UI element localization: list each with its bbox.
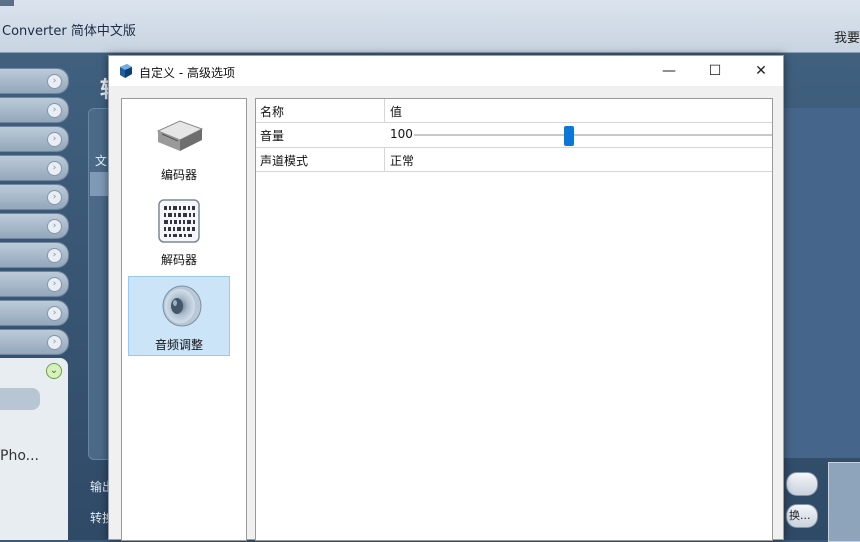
dialog-title: 自定义 - 高级选项 <box>139 66 235 80</box>
chevron-right-icon: › <box>47 190 62 205</box>
sidebar-item[interactable]: › <box>0 271 69 297</box>
background-thumbnail <box>828 462 860 542</box>
chevron-right-icon: › <box>47 161 62 176</box>
background-panel-text: Pho... <box>0 448 39 464</box>
background-app-title: Converter 简体中文版 <box>2 24 136 39</box>
sidebar-item[interactable]: › <box>0 300 69 326</box>
column-header-value: 值 <box>390 105 403 119</box>
volume-slider-thumb[interactable] <box>563 126 574 146</box>
chevron-down-icon[interactable]: ⌄ <box>46 363 62 379</box>
volume-value: 100 <box>390 127 413 141</box>
background-app-titlebar: Converter 简体中文版 我要 <box>0 0 860 53</box>
background-app-icon <box>0 0 14 6</box>
background-right-panel <box>784 108 860 458</box>
chevron-right-icon: › <box>47 103 62 118</box>
property-name: 音量 <box>260 129 285 143</box>
category-nav: 编码器 解码器 音频调整 <box>121 98 247 541</box>
nav-label: 音频调整 <box>154 338 203 352</box>
nav-item-audio-adjust[interactable]: 音频调整 <box>128 276 230 356</box>
sidebar-item[interactable]: › <box>0 329 69 355</box>
app-icon <box>120 64 132 78</box>
nav-label: 解码器 <box>160 253 197 267</box>
sidebar-item[interactable]: › <box>0 97 69 123</box>
grid-row-volume[interactable]: 音量 100 <box>256 123 772 146</box>
sidebar-item[interactable]: › <box>0 213 69 239</box>
volume-slider-track[interactable] <box>414 134 772 136</box>
chevron-right-icon: › <box>47 248 62 263</box>
speaker-icon <box>162 285 202 327</box>
background-button[interactable] <box>786 472 818 496</box>
chevron-right-icon: › <box>47 277 62 292</box>
close-button[interactable]: ✕ <box>738 56 784 86</box>
background-device-panel: ⌄ Pho... <box>0 358 68 540</box>
chevron-right-icon: › <box>47 306 62 321</box>
maximize-button[interactable]: ☐ <box>692 56 738 86</box>
chevron-right-icon: › <box>47 132 62 147</box>
nav-item-decoder[interactable]: 解码器 <box>128 192 230 272</box>
chevron-right-icon: › <box>47 335 62 350</box>
chevron-right-icon: › <box>47 74 62 89</box>
nav-label: 编码器 <box>160 168 197 182</box>
sidebar-item[interactable]: › <box>0 68 69 94</box>
background-list-header: 文 <box>95 154 108 168</box>
sidebar-item[interactable]: › <box>0 126 69 152</box>
property-grid: 名称 值 音量 100 声道模式 正常 <box>255 98 773 541</box>
background-button[interactable]: 换... <box>786 504 818 528</box>
dialog-titlebar[interactable]: 自定义 - 高级选项 — ☐ ✕ <box>109 56 783 86</box>
column-divider <box>384 123 385 146</box>
property-name: 声道模式 <box>260 154 309 168</box>
column-divider[interactable] <box>384 99 385 122</box>
column-header-name: 名称 <box>260 105 285 119</box>
grid-header-row: 名称 值 <box>256 99 772 123</box>
decoder-icon <box>158 199 200 243</box>
advanced-options-dialog: 自定义 - 高级选项 — ☐ ✕ 编码器 解码器 音频调整 名称 值 音量 10… <box>108 55 784 541</box>
sidebar-item[interactable]: › <box>0 242 69 268</box>
nav-item-encoder[interactable]: 编码器 <box>128 107 230 187</box>
background-panel-field[interactable] <box>0 388 40 410</box>
column-divider <box>384 148 385 171</box>
grid-row-channel-mode[interactable]: 声道模式 正常 <box>256 147 772 172</box>
sidebar-item[interactable]: › <box>0 155 69 181</box>
sidebar-item[interactable]: › <box>0 184 69 210</box>
encoder-icon <box>156 120 204 151</box>
channel-mode-value[interactable]: 正常 <box>390 152 414 169</box>
chevron-right-icon: › <box>47 219 62 234</box>
background-app-help-link[interactable]: 我要 <box>834 27 860 46</box>
minimize-button[interactable]: — <box>646 56 692 86</box>
